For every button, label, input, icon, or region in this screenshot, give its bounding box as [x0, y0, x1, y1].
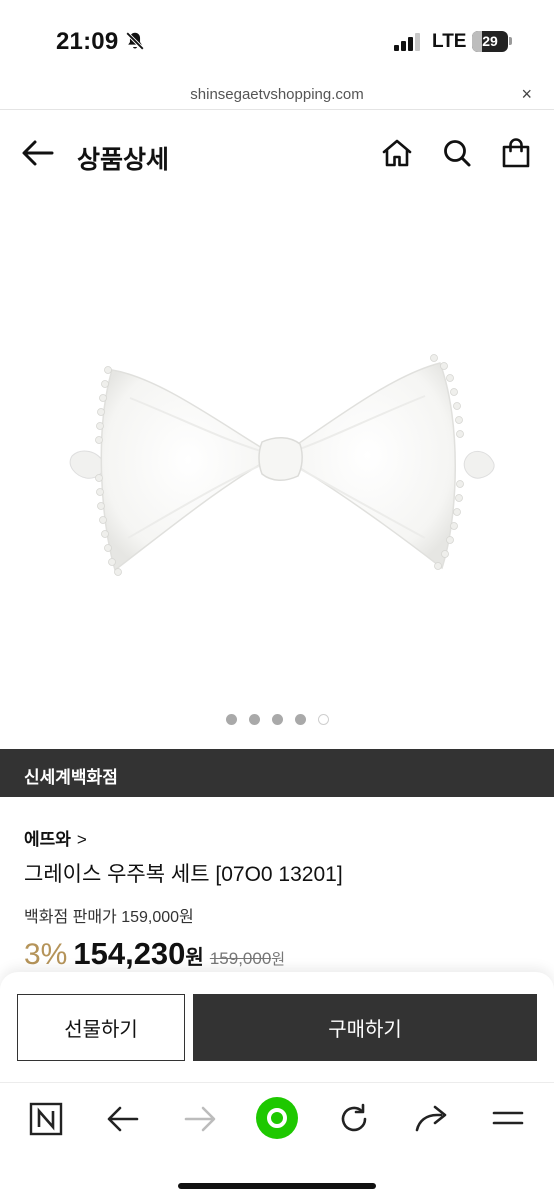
pagination-dot[interactable]	[271, 714, 283, 725]
url-text[interactable]: shinsegaetvshopping.com	[0, 86, 554, 103]
status-time: 21:09	[56, 28, 119, 55]
sale-price: 154,230	[73, 936, 186, 971]
bell-slash-icon	[125, 31, 145, 51]
buy-button[interactable]: 구매하기	[193, 994, 537, 1061]
arrow-left-icon[interactable]	[20, 138, 56, 168]
search-icon[interactable]	[440, 136, 474, 170]
pagination-dot[interactable]	[294, 714, 306, 725]
bow-image	[69, 354, 495, 576]
purchase-panel: 선물하기 구매하기	[0, 972, 554, 1082]
original-currency: 원	[271, 951, 286, 968]
signal-icon	[394, 33, 422, 51]
menu-icon[interactable]	[486, 1099, 530, 1139]
naver-n-icon[interactable]	[24, 1099, 68, 1139]
home-icon[interactable]	[380, 136, 414, 170]
gallery-pagination[interactable]	[0, 712, 554, 728]
department-store-price: 백화점 판매가 159,000원	[24, 909, 194, 926]
brand-link[interactable]: 에뜨와 >	[24, 825, 87, 850]
battery-icon: 29	[472, 31, 508, 52]
close-icon[interactable]: ×	[521, 84, 532, 105]
reload-icon[interactable]	[332, 1099, 376, 1139]
battery-cap	[509, 37, 512, 45]
url-bar[interactable]: shinsegaetvshopping.com ×	[0, 80, 554, 110]
original-price: 159,000	[209, 949, 272, 968]
pagination-dot[interactable]	[317, 714, 329, 725]
shopping-bag-icon[interactable]	[499, 136, 533, 170]
price-row: 3% 154,230원 159,000원	[24, 936, 285, 976]
pagination-dot[interactable]	[225, 714, 237, 725]
pagination-dot[interactable]	[248, 714, 260, 725]
share-icon[interactable]	[409, 1099, 453, 1139]
forward-arrow-icon[interactable]	[178, 1099, 222, 1139]
gift-button[interactable]: 선물하기	[17, 994, 185, 1061]
network-type: LTE	[432, 31, 467, 52]
green-home-dot-icon[interactable]	[252, 1093, 302, 1143]
brand-name[interactable]: 에뜨와	[24, 830, 71, 849]
back-arrow-icon[interactable]	[101, 1099, 145, 1139]
status-bar: 21:09 LTE 29	[0, 0, 554, 80]
product-name: 그레이스 우주복 세트 [07O0 13201]	[24, 863, 343, 886]
page-header: 상품상세	[0, 112, 554, 198]
chevron-right-icon: >	[76, 830, 87, 849]
product-image[interactable]	[0, 198, 554, 698]
store-banner[interactable]: 신세계백화점	[0, 749, 554, 797]
sale-currency: 원	[185, 947, 204, 969]
discount-rate: 3%	[24, 938, 68, 971]
page-title: 상품상세	[77, 146, 170, 174]
home-indicator	[178, 1183, 376, 1189]
battery-level: 29	[482, 33, 498, 49]
